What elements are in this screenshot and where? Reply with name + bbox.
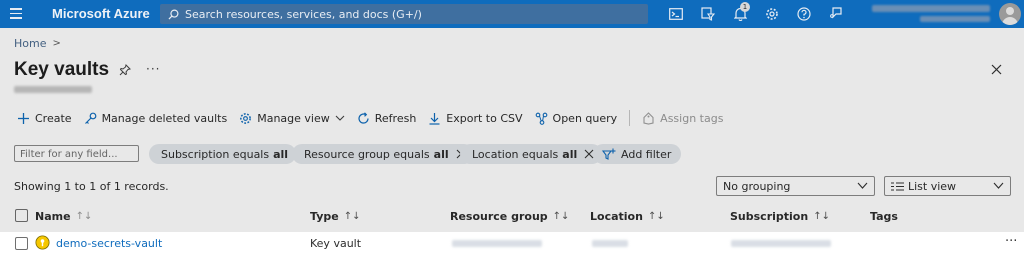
chevron-down-icon: [335, 115, 345, 121]
directory-subtitle-redacted: [14, 86, 92, 93]
column-header-location[interactable]: Location ↑↓: [590, 210, 665, 223]
global-search-input[interactable]: Search resources, services, and docs (G+…: [160, 4, 648, 24]
view-select[interactable]: List view: [884, 176, 1011, 196]
command-toolbar: Create Manage deleted vaults Manage view…: [17, 109, 735, 127]
vault-type: Key vault: [310, 237, 362, 250]
query-icon: [535, 112, 547, 125]
create-button[interactable]: Create: [17, 112, 72, 125]
breadcrumb-home-link[interactable]: Home: [14, 37, 46, 50]
gear-icon: [240, 112, 252, 124]
download-icon: [429, 112, 440, 125]
notification-badge: 1: [740, 2, 750, 12]
pill-value: all: [562, 147, 578, 161]
sort-icon[interactable]: ↑↓: [76, 211, 93, 222]
assign-tags-button[interactable]: Assign tags: [642, 112, 723, 125]
grouping-value: No grouping: [723, 179, 791, 193]
refresh-label: Refresh: [374, 111, 417, 125]
help-icon[interactable]: [794, 4, 814, 24]
export-csv-label: Export to CSV: [446, 111, 523, 125]
row-checkbox[interactable]: [15, 237, 28, 250]
pill-label: Location equals: [472, 147, 559, 161]
location-redacted: [592, 240, 628, 247]
breadcrumb: Home >: [14, 37, 61, 50]
manage-deleted-label: Manage deleted vaults: [101, 111, 228, 125]
sort-icon[interactable]: ↑↓: [553, 211, 570, 222]
table-row[interactable]: demo-secrets-vault Key vault ···: [0, 232, 1024, 255]
toolbar-divider: [629, 110, 631, 126]
sort-icon[interactable]: ↑↓: [648, 211, 665, 222]
top-bar: Microsoft Azure Search resources, servic…: [0, 0, 1024, 28]
pill-label: Subscription equals: [161, 147, 270, 161]
resource-group-redacted[interactable]: [452, 240, 542, 247]
export-csv-button[interactable]: Export to CSV: [428, 111, 523, 125]
column-label: Resource group: [450, 210, 548, 223]
vault-name-link[interactable]: demo-secrets-vault: [56, 237, 162, 250]
avatar[interactable]: [999, 3, 1021, 25]
pill-value: all: [433, 147, 449, 161]
resource-group-filter-pill[interactable]: Resource group equals all: [292, 144, 474, 164]
open-query-button[interactable]: Open query: [535, 111, 618, 125]
records-count: Showing 1 to 1 of 1 records.: [14, 180, 169, 193]
page-title: Key vaults: [14, 59, 110, 80]
add-filter-label: Add filter: [621, 147, 672, 161]
pill-value: all: [273, 147, 289, 161]
table-header: Name ↑↓ Type ↑↓ Resource group ↑↓ Location ↑…: [0, 208, 1024, 224]
location-filter-pill[interactable]: Location equals all: [460, 144, 603, 164]
hamburger-menu-icon[interactable]: [10, 8, 22, 20]
account-directory-redacted[interactable]: [920, 16, 990, 22]
manage-view-button[interactable]: Manage view: [239, 112, 345, 125]
search-icon: [168, 9, 179, 20]
view-value: List view: [908, 179, 957, 193]
key-vault-icon: [35, 235, 50, 250]
add-filter-button[interactable]: Add filter: [593, 144, 682, 164]
more-options-icon[interactable]: ···: [146, 62, 160, 76]
dim-overlay: [0, 28, 1024, 232]
tag-icon: [643, 111, 654, 125]
column-label: Location: [590, 210, 643, 223]
column-header-tags: Tags: [870, 210, 898, 223]
sort-icon[interactable]: ↑↓: [813, 211, 830, 222]
assign-tags-label: Assign tags: [660, 111, 724, 125]
column-header-resource-group[interactable]: Resource group ↑↓: [450, 210, 569, 223]
row-more-options-icon[interactable]: ···: [1005, 234, 1017, 249]
breadcrumb-separator: >: [52, 38, 61, 49]
column-label: Name: [35, 210, 71, 223]
filter-input[interactable]: Filter for any field...: [14, 145, 139, 162]
subscription-filter-pill[interactable]: Subscription equals all: [149, 144, 297, 164]
select-all-checkbox[interactable]: [15, 209, 28, 222]
gear-icon[interactable]: [762, 4, 782, 24]
cloud-shell-icon[interactable]: [666, 4, 686, 24]
sort-icon[interactable]: ↑↓: [344, 211, 361, 222]
chevron-down-icon: [857, 182, 868, 189]
grouping-select[interactable]: No grouping: [716, 176, 875, 196]
chevron-down-icon: [993, 182, 1004, 189]
pin-icon[interactable]: [119, 64, 131, 79]
column-header-type[interactable]: Type ↑↓: [310, 210, 360, 223]
column-label: Type: [310, 210, 339, 223]
column-label: Subscription: [730, 210, 809, 223]
subscription-redacted[interactable]: [731, 240, 831, 247]
feedback-icon[interactable]: [826, 4, 846, 24]
column-header-name[interactable]: Name ↑↓: [35, 210, 92, 223]
brand-title[interactable]: Microsoft Azure: [52, 6, 150, 21]
refresh-icon: [358, 111, 369, 124]
plus-icon: [18, 112, 29, 124]
manage-view-label: Manage view: [257, 111, 330, 125]
column-header-subscription[interactable]: Subscription ↑↓: [730, 210, 830, 223]
open-query-label: Open query: [552, 111, 618, 125]
directory-filter-icon[interactable]: [698, 4, 718, 24]
key-icon: [84, 112, 96, 124]
search-placeholder: Search resources, services, and docs (G+…: [185, 7, 422, 21]
manage-deleted-vaults-button[interactable]: Manage deleted vaults: [84, 111, 228, 125]
close-icon[interactable]: [991, 64, 1002, 78]
account-name-redacted[interactable]: [872, 5, 990, 12]
add-filter-icon: [602, 148, 616, 160]
refresh-button[interactable]: Refresh: [357, 111, 417, 125]
column-label: Tags: [870, 210, 898, 223]
list-view-icon: [891, 182, 904, 190]
pill-label: Resource group equals: [304, 147, 430, 161]
create-label: Create: [35, 111, 72, 125]
